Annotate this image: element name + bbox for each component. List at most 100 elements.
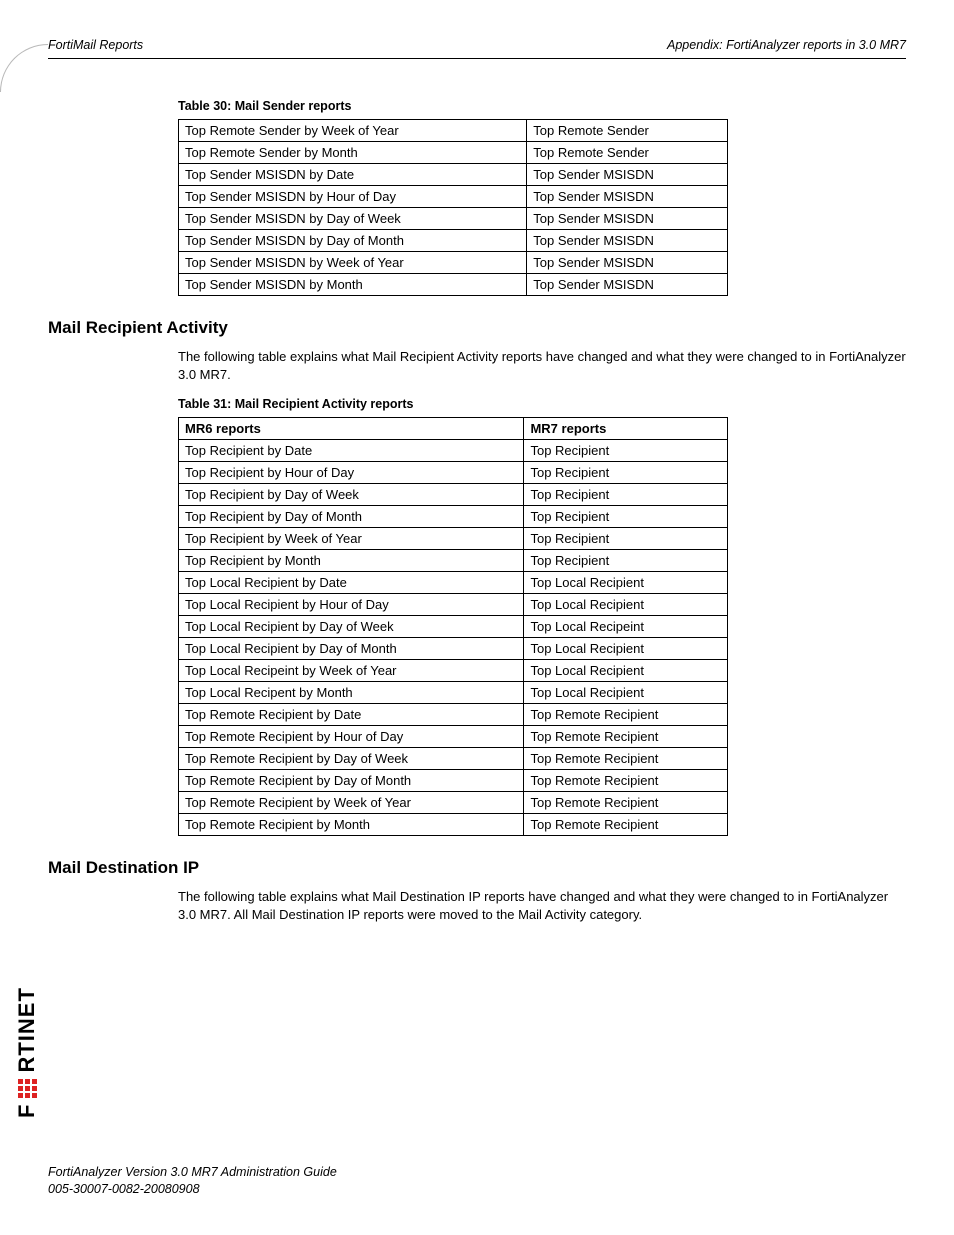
page-footer: FortiAnalyzer Version 3.0 MR7 Administra… xyxy=(48,1164,337,1198)
table-cell: Top Recipient xyxy=(524,528,728,550)
table-cell: Top Recipient by Hour of Day xyxy=(179,462,524,484)
fortinet-logo: F RTINET xyxy=(14,987,40,1118)
table-cell: Top Local Recipient xyxy=(524,594,728,616)
table-row: Top Local Recipient by Day of WeekTop Lo… xyxy=(179,616,728,638)
table-cell: Top Remote Recipient by Day of Week xyxy=(179,748,524,770)
table-row: Top Recipient by Hour of DayTop Recipien… xyxy=(179,462,728,484)
table-cell: Top Local Recipient by Hour of Day xyxy=(179,594,524,616)
table30-mail-sender-reports: Top Remote Sender by Week of YearTop Rem… xyxy=(178,119,728,296)
table-cell: Top Local Recipient xyxy=(524,660,728,682)
table-cell: Top Remote Recipient by Month xyxy=(179,814,524,836)
table-cell: Top Remote Recipient by Hour of Day xyxy=(179,726,524,748)
table-row: Top Recipient by MonthTop Recipient xyxy=(179,550,728,572)
table-row: Top Recipient by Week of YearTop Recipie… xyxy=(179,528,728,550)
table-cell: Top Remote Recipient by Week of Year xyxy=(179,792,524,814)
table30-caption: Table 30: Mail Sender reports xyxy=(178,99,906,113)
logo-mark-icon xyxy=(18,1079,37,1098)
table-row: Top Remote Recipient by DateTop Remote R… xyxy=(179,704,728,726)
table-cell: Top Sender MSISDN by Week of Year xyxy=(179,252,527,274)
table-cell: Top Local Recipient xyxy=(524,638,728,660)
table-row: Top Local Recipient by Day of MonthTop L… xyxy=(179,638,728,660)
table-cell: Top Local Recipient by Day of Month xyxy=(179,638,524,660)
page-corner-decoration xyxy=(0,44,48,92)
footer-line1: FortiAnalyzer Version 3.0 MR7 Administra… xyxy=(48,1164,337,1181)
table-cell: Top Local Recipient xyxy=(524,572,728,594)
table-cell: Top Recipient by Day of Week xyxy=(179,484,524,506)
table-row: Top Recipient by Day of MonthTop Recipie… xyxy=(179,506,728,528)
table-cell: Top Recipient xyxy=(524,440,728,462)
table-cell: Top Local Recipeint by Week of Year xyxy=(179,660,524,682)
table31-mail-recipient-activity-reports: MR6 reports MR7 reports Top Recipient by… xyxy=(178,417,728,836)
table-cell: Top Recipient xyxy=(524,484,728,506)
table-row: Top Remote Recipient by Day of MonthTop … xyxy=(179,770,728,792)
table-cell: Top Sender MSISDN xyxy=(527,208,728,230)
table-cell: Top Remote Recipient by Date xyxy=(179,704,524,726)
table-cell: Top Sender MSISDN by Day of Week xyxy=(179,208,527,230)
table-cell: Top Remote Recipient xyxy=(524,748,728,770)
table-row: Top Local Recipent by MonthTop Local Rec… xyxy=(179,682,728,704)
header-rule xyxy=(48,58,906,59)
table-cell: Top Remote Recipient by Day of Month xyxy=(179,770,524,792)
table-cell: Top Remote Sender xyxy=(527,120,728,142)
table31-col-mr7: MR7 reports xyxy=(524,418,728,440)
table-cell: Top Remote Recipient xyxy=(524,726,728,748)
table31-col-mr6: MR6 reports xyxy=(179,418,524,440)
table-cell: Top Recipient by Date xyxy=(179,440,524,462)
heading-mail-recipient-activity: Mail Recipient Activity xyxy=(48,318,906,338)
logo-text-rtinet: RTINET xyxy=(14,987,40,1072)
heading-mail-destination-ip: Mail Destination IP xyxy=(48,858,906,878)
table-cell: Top Remote Sender by Month xyxy=(179,142,527,164)
table-cell: Top Sender MSISDN by Date xyxy=(179,164,527,186)
table-row: Top Remote Recipient by Day of WeekTop R… xyxy=(179,748,728,770)
table-cell: Top Local Recipient by Day of Week xyxy=(179,616,524,638)
table-row: Top Recipient by Day of WeekTop Recipien… xyxy=(179,484,728,506)
table-cell: Top Remote Recipient xyxy=(524,704,728,726)
table-cell: Top Local Recipent by Month xyxy=(179,682,524,704)
table-row: Top Remote Sender by MonthTop Remote Sen… xyxy=(179,142,728,164)
table-cell: Top Recipient by Month xyxy=(179,550,524,572)
table-row: Top Local Recipient by Hour of DayTop Lo… xyxy=(179,594,728,616)
table-cell: Top Local Recipient by Date xyxy=(179,572,524,594)
table-row: Top Remote Recipient by Week of YearTop … xyxy=(179,792,728,814)
table-cell: Top Sender MSISDN xyxy=(527,186,728,208)
table-cell: Top Sender MSISDN xyxy=(527,274,728,296)
footer-line2: 005-30007-0082-20080908 xyxy=(48,1181,337,1198)
table-cell: Top Local Recipeint xyxy=(524,616,728,638)
table-cell: Top Local Recipient xyxy=(524,682,728,704)
table-cell: Top Sender MSISDN by Hour of Day xyxy=(179,186,527,208)
table-cell: Top Recipient xyxy=(524,550,728,572)
table-cell: Top Recipient xyxy=(524,462,728,484)
table-row: Top Recipient by DateTop Recipient xyxy=(179,440,728,462)
table31-caption: Table 31: Mail Recipient Activity report… xyxy=(178,397,906,411)
table-row: Top Sender MSISDN by Day of WeekTop Send… xyxy=(179,208,728,230)
table-cell: Top Remote Recipient xyxy=(524,770,728,792)
table-row: Top Local Recipient by DateTop Local Rec… xyxy=(179,572,728,594)
page-header: FortiMail Reports Appendix: FortiAnalyze… xyxy=(48,38,906,52)
header-right: Appendix: FortiAnalyzer reports in 3.0 M… xyxy=(667,38,906,52)
para-mail-destination-ip: The following table explains what Mail D… xyxy=(178,888,906,923)
table-cell: Top Remote Sender by Week of Year xyxy=(179,120,527,142)
table-row: Top Sender MSISDN by DateTop Sender MSIS… xyxy=(179,164,728,186)
table-cell: Top Remote Sender xyxy=(527,142,728,164)
table31-header-row: MR6 reports MR7 reports xyxy=(179,418,728,440)
table-row: Top Remote Sender by Week of YearTop Rem… xyxy=(179,120,728,142)
table-row: Top Remote Recipient by Hour of DayTop R… xyxy=(179,726,728,748)
table-row: Top Sender MSISDN by MonthTop Sender MSI… xyxy=(179,274,728,296)
table-cell: Top Recipient xyxy=(524,506,728,528)
logo-text-f: F xyxy=(14,1104,40,1118)
table-row: Top Sender MSISDN by Week of YearTop Sen… xyxy=(179,252,728,274)
table-row: Top Local Recipeint by Week of YearTop L… xyxy=(179,660,728,682)
table-cell: Top Sender MSISDN xyxy=(527,252,728,274)
table-cell: Top Sender MSISDN xyxy=(527,230,728,252)
table-cell: Top Sender MSISDN by Day of Month xyxy=(179,230,527,252)
table-cell: Top Recipient by Day of Month xyxy=(179,506,524,528)
table-cell: Top Recipient by Week of Year xyxy=(179,528,524,550)
table-row: Top Sender MSISDN by Hour of DayTop Send… xyxy=(179,186,728,208)
table-cell: Top Remote Recipient xyxy=(524,792,728,814)
para-mail-recipient-activity: The following table explains what Mail R… xyxy=(178,348,906,383)
header-left: FortiMail Reports xyxy=(48,38,143,52)
table-row: Top Sender MSISDN by Day of MonthTop Sen… xyxy=(179,230,728,252)
table-cell: Top Sender MSISDN xyxy=(527,164,728,186)
table-cell: Top Remote Recipient xyxy=(524,814,728,836)
table-cell: Top Sender MSISDN by Month xyxy=(179,274,527,296)
